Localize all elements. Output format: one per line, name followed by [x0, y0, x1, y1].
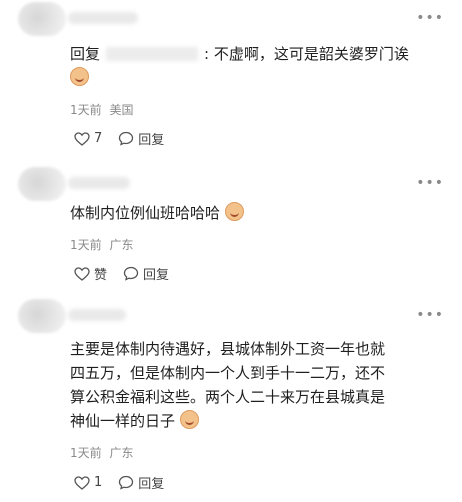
comment-location: 广东 [109, 238, 134, 252]
avatar[interactable] [18, 299, 66, 333]
comment-actions: 赞 回复 [74, 264, 185, 283]
comment-time: 1天前 [70, 446, 102, 460]
laughing-emoji-icon [224, 202, 244, 221]
laughing-emoji-icon [179, 410, 199, 429]
comment-bubble-icon [123, 266, 139, 281]
like-button[interactable]: 1 [74, 475, 102, 490]
username-blurred[interactable] [68, 12, 138, 24]
comment-location: 美国 [109, 103, 134, 117]
like-label: 赞 [94, 268, 108, 283]
comment-text-line: 算公积金福利这些。两个人二十来万在县城真是 [70, 388, 386, 406]
comment-actions: 7 回复 [74, 129, 180, 148]
like-button[interactable]: 赞 [74, 264, 107, 283]
comment-text-main: : 不虚啊，这可是韶关婆罗门诶 [204, 45, 409, 63]
comment-time: 1天前 [70, 238, 102, 252]
avatar[interactable] [18, 2, 66, 36]
username-blurred[interactable] [68, 309, 126, 321]
more-options-icon[interactable]: ••• [416, 10, 444, 26]
comment-bubble-icon [119, 131, 134, 146]
comment-item: ••• 体制内位例仙班哈哈哈 1天前 广东 赞 回复 [0, 165, 462, 295]
heart-outline-icon [74, 475, 90, 490]
username-blurred[interactable] [68, 177, 130, 189]
like-button[interactable]: 7 [74, 131, 102, 146]
comment-text-line: 四五万，但是体制内一个人到手十一二万，还不 [70, 364, 386, 382]
comment-text-line: 主要是体制内待遇好，县城体制外工资一年也就 [70, 340, 386, 358]
reply-button[interactable]: 回复 [118, 473, 164, 492]
comment-actions: 1 回复 [74, 473, 180, 492]
reply-target-blurred[interactable] [106, 47, 199, 61]
like-count: 1 [94, 475, 103, 490]
comment-meta: 1天前 广东 [70, 444, 137, 461]
comment-item: ••• 回复 : 不虚啊，这可是韶关婆罗门诶 1天前 美国 7 回复 [0, 0, 462, 165]
emoji-row [70, 67, 89, 87]
heart-outline-icon [74, 131, 90, 146]
reply-button[interactable]: 回复 [123, 264, 169, 283]
more-options-icon[interactable]: ••• [416, 175, 444, 191]
comment-meta: 1天前 广东 [70, 236, 137, 253]
more-options-icon[interactable]: ••• [416, 307, 444, 323]
laughing-emoji-icon [70, 67, 89, 86]
reply-label: 回复 [143, 268, 170, 283]
reply-prefix: 回复 [70, 45, 101, 63]
comment-meta: 1天前 美国 [70, 101, 137, 118]
like-count: 7 [94, 131, 103, 146]
comment-bubble-icon [119, 475, 134, 490]
comment-text-line: 神仙一样的日子 [70, 412, 176, 430]
comment-item: ••• 主要是体制内待遇好，县城体制外工资一年也就 四五万，但是体制内一个人到手… [0, 297, 462, 502]
reply-button[interactable]: 回复 [118, 129, 164, 148]
reply-label: 回复 [138, 477, 165, 492]
comment-location: 广东 [109, 446, 134, 460]
comment-text: 主要是体制内待遇好，县城体制外工资一年也就 四五万，但是体制内一个人到手十一二万… [70, 337, 450, 433]
comment-time: 1天前 [70, 103, 102, 117]
comment-text-main: 体制内位例仙班哈哈哈 [70, 204, 221, 222]
avatar[interactable] [18, 167, 66, 201]
heart-outline-icon [74, 266, 90, 281]
reply-label: 回复 [138, 133, 165, 148]
comment-text: 回复 : 不虚啊，这可是韶关婆罗门诶 [70, 42, 450, 66]
comment-text: 体制内位例仙班哈哈哈 [70, 201, 450, 225]
